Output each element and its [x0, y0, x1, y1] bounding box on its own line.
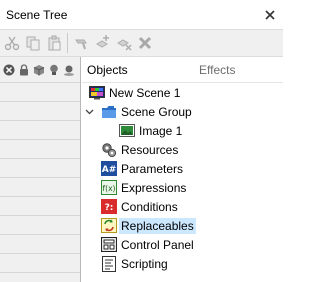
- toggle-column-headers: [0, 57, 80, 83]
- tree-item-resources[interactable]: Resources: [82, 140, 283, 159]
- tree-item-label: Resources: [121, 142, 179, 157]
- conditions-glyph: ?:: [105, 203, 114, 213]
- paste-icon: [48, 35, 60, 51]
- brush-button[interactable]: [71, 32, 92, 54]
- toggle-row[interactable]: [0, 216, 80, 235]
- toggle-row[interactable]: [0, 178, 80, 197]
- tree-item-label: Expressions: [121, 180, 187, 195]
- tree-item-scripting[interactable]: Scripting: [82, 254, 283, 273]
- close-button[interactable]: [259, 4, 281, 26]
- toggle-row[interactable]: [0, 254, 80, 273]
- toggle-row[interactable]: [0, 235, 80, 254]
- scene-icon: [89, 85, 105, 101]
- chevron-down-icon: [85, 109, 93, 114]
- scissors-icon: [4, 36, 19, 51]
- scene-tree: Objects Effects New Scene 1 Scene Group …: [82, 57, 283, 282]
- gears-icon: [101, 142, 117, 158]
- tree-item-label: Replaceables: [119, 217, 196, 234]
- brush-icon: [74, 39, 87, 50]
- function-icon: f(x): [101, 180, 117, 196]
- control-panel-icon: [101, 237, 117, 253]
- effects-column-header[interactable]: Effects: [199, 63, 235, 77]
- paste-button[interactable]: [43, 32, 64, 54]
- toggle-row[interactable]: [0, 197, 80, 216]
- tree-item-new-scene[interactable]: New Scene 1: [82, 83, 283, 102]
- toggle-row[interactable]: [0, 159, 80, 178]
- tree-item-parameters[interactable]: A# Parameters: [82, 159, 283, 178]
- shadow-icon: [63, 65, 74, 76]
- cut-button[interactable]: [1, 32, 22, 54]
- image-icon: [119, 123, 135, 139]
- tree-item-conditions[interactable]: ?: Conditions: [82, 197, 283, 216]
- close-icon: [265, 9, 275, 20]
- shadow-toggle[interactable]: [62, 63, 75, 76]
- toolbar: [0, 29, 283, 57]
- panel-title: Scene Tree: [6, 7, 68, 22]
- lock-icon: [19, 63, 28, 75]
- tree-item-label: New Scene 1: [109, 85, 181, 100]
- object-add-icon: [95, 35, 109, 48]
- conditions-icon: ?:: [101, 199, 117, 215]
- tree-item-replaceables[interactable]: Replaceables: [82, 216, 283, 235]
- add-object-button[interactable]: [92, 32, 113, 54]
- folder-icon: [101, 104, 117, 120]
- tree-item-control-panel[interactable]: Control Panel: [82, 235, 283, 254]
- cube-icon: [33, 64, 44, 75]
- tree-item-expressions[interactable]: f(x) Expressions: [82, 178, 283, 197]
- object-remove-icon: [116, 39, 132, 51]
- delete-x-icon: [138, 36, 151, 50]
- tree-item-label: Image 1: [139, 123, 183, 138]
- cube-toggle[interactable]: [32, 63, 45, 76]
- toggle-row[interactable]: [0, 83, 80, 102]
- replace-icon: [101, 218, 117, 234]
- tree-item-label: Conditions: [121, 199, 178, 214]
- tree-item-label: Scene Group: [121, 104, 192, 119]
- toggle-row[interactable]: [0, 140, 80, 159]
- tree-item-label: Control Panel: [121, 237, 194, 252]
- toolbar-separator: [67, 33, 68, 53]
- lightbulb-icon: [49, 64, 58, 75]
- toggle-row[interactable]: [0, 121, 80, 140]
- parameters-glyph: A#: [102, 165, 117, 175]
- disable-toggle[interactable]: [2, 63, 15, 76]
- tree-item-label: Parameters: [121, 161, 184, 176]
- tree-item-label: Scripting: [121, 256, 168, 271]
- tree-item-image[interactable]: Image 1: [82, 121, 283, 140]
- light-toggle[interactable]: [47, 63, 60, 76]
- panel-titlebar: Scene Tree: [0, 0, 283, 29]
- collapse-toggle[interactable]: [83, 102, 95, 121]
- script-icon: [101, 255, 117, 272]
- parameters-icon: A#: [101, 161, 117, 177]
- tree-item-scene-group[interactable]: Scene Group: [82, 102, 283, 121]
- toggle-row[interactable]: [0, 102, 80, 121]
- disable-icon: [3, 64, 14, 75]
- objects-column-header[interactable]: Objects: [82, 63, 199, 77]
- expressions-glyph: f(x): [103, 184, 116, 193]
- copy-icon: [26, 36, 39, 51]
- toggle-columns: [0, 57, 81, 282]
- delete-button[interactable]: [134, 32, 155, 54]
- remove-object-button[interactable]: [113, 32, 134, 54]
- copy-button[interactable]: [22, 32, 43, 54]
- lock-toggle[interactable]: [17, 63, 30, 76]
- column-headers: Objects Effects: [82, 57, 283, 83]
